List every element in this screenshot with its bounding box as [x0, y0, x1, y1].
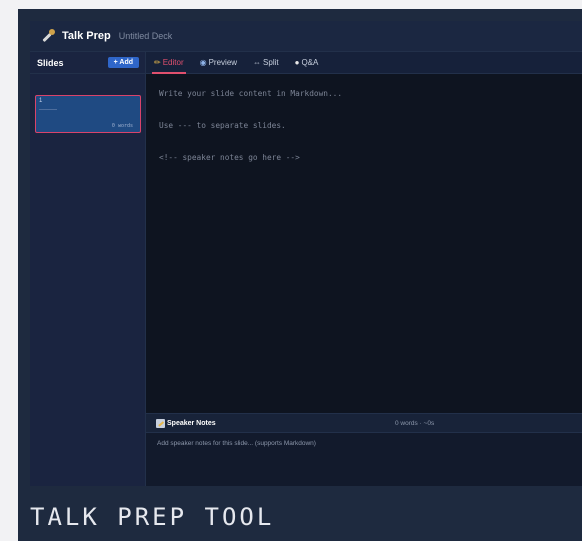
title-bar: Talk Prep Untitled Deck — [30, 21, 582, 52]
tab-split-label: Split — [263, 58, 279, 67]
pencil-icon: ✏ — [154, 58, 161, 67]
app-window: Talk Prep Untitled Deck Slides + Add 1 0… — [30, 21, 582, 486]
app-name: Talk Prep — [62, 30, 111, 42]
microphone-icon — [40, 28, 56, 44]
split-icon: ⇔ — [253, 58, 262, 67]
speaker-notes-stats: 0 words · ~0s — [395, 419, 435, 427]
tab-qa[interactable]: ● Q&A — [295, 52, 319, 74]
slide-preview-line — [39, 109, 57, 110]
tab-editor-label: Editor — [162, 58, 184, 67]
editor-placeholder-line: <!-- speaker notes go here --> — [159, 153, 300, 162]
speaker-notes-title: Speaker Notes — [167, 419, 216, 427]
add-slide-button[interactable]: + Add — [107, 57, 139, 68]
chat-bubble-icon: ● — [294, 58, 300, 67]
main-panel: ✏ Editor ◉ Preview ⇔ Split ● Q&A Write y… — [146, 52, 582, 486]
markdown-editor[interactable]: Write your slide content in Markdown... … — [146, 74, 582, 413]
sidebar-header: Slides + Add — [30, 52, 145, 74]
tab-preview-label: Preview — [208, 58, 238, 67]
speaker-notes-header: Speaker Notes 0 words · ~0s — [146, 414, 582, 433]
deck-name[interactable]: Untitled Deck — [119, 31, 173, 41]
view-tabs: ✏ Editor ◉ Preview ⇔ Split ● Q&A — [146, 52, 582, 74]
notepad-icon — [156, 418, 165, 428]
tab-qa-label: Q&A — [301, 58, 319, 67]
slide-word-count: 0 words — [111, 123, 133, 129]
tab-editor[interactable]: ✏ Editor — [152, 52, 186, 74]
slides-sidebar: Slides + Add 1 0 words — [30, 52, 146, 486]
eye-icon: ◉ — [199, 58, 207, 67]
speaker-notes-panel: Speaker Notes 0 words · ~0s Add speaker … — [146, 413, 582, 486]
tab-preview[interactable]: ◉ Preview — [200, 52, 237, 74]
screenshot-frame: Talk Prep Untitled Deck Slides + Add 1 0… — [18, 9, 582, 541]
slide-thumbnail-1[interactable]: 1 0 words — [35, 95, 141, 133]
slide-number: 1 — [39, 98, 43, 104]
caption-title: TALK PREP TOOL — [30, 503, 275, 531]
editor-placeholder-line: Write your slide content in Markdown... — [159, 89, 343, 98]
speaker-notes-input[interactable]: Add speaker notes for this slide... (sup… — [146, 433, 582, 454]
editor-placeholder-line: Use --- to separate slides. — [159, 121, 286, 130]
tab-split[interactable]: ⇔ Split — [253, 52, 279, 74]
sidebar-title: Slides — [37, 57, 64, 68]
